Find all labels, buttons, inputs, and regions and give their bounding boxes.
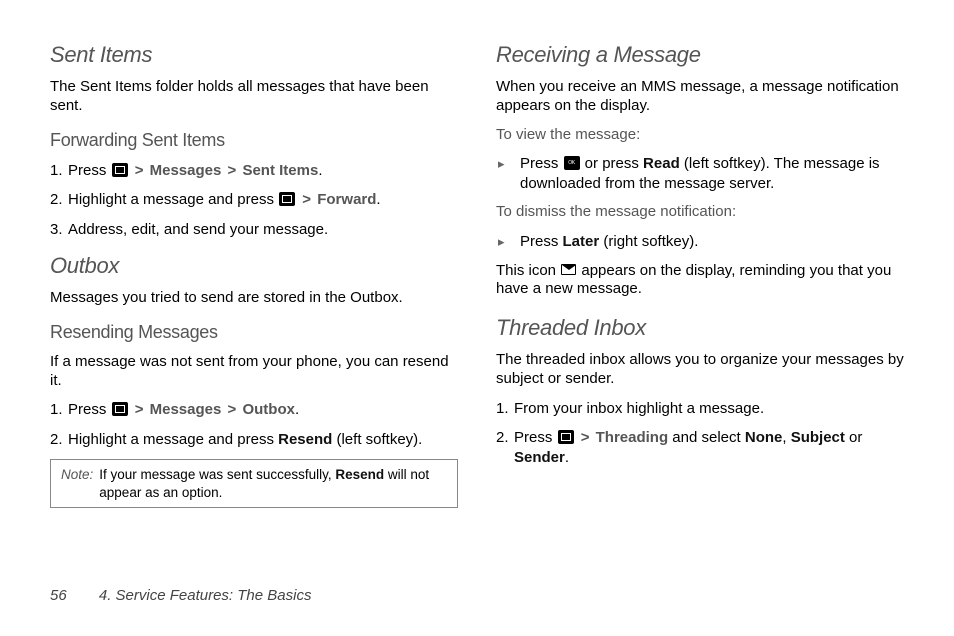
resending-steps: 1. Press > Messages > Outbox. 2. Highlig… xyxy=(50,400,458,449)
note-label: Note: xyxy=(61,466,93,501)
threaded-intro: The threaded inbox allows you to organiz… xyxy=(496,351,904,389)
note-box: Note: If your message was sent successfu… xyxy=(50,459,458,508)
view-list: Press or press Read (left softkey). The … xyxy=(496,154,904,193)
envelope-icon xyxy=(561,264,576,275)
threaded-step-2: 2. Press > Threading and select None, Su… xyxy=(514,428,904,467)
resending-intro: If a message was not sent from your phon… xyxy=(50,353,458,391)
menu-key-icon xyxy=(112,402,128,416)
dismiss-list: Press Later (right softkey). xyxy=(496,232,904,252)
icon-note: This icon appears on the display, remind… xyxy=(496,262,904,300)
left-column: Sent Items The Sent Items folder holds a… xyxy=(50,42,458,508)
page-columns: Sent Items The Sent Items folder holds a… xyxy=(50,42,904,508)
ok-key-icon xyxy=(564,156,580,170)
forwarding-step-2: 2. Highlight a message and press > Forwa… xyxy=(68,190,458,210)
page-number: 56 xyxy=(50,587,67,604)
sent-items-intro: The Sent Items folder holds all messages… xyxy=(50,78,458,116)
resending-step-1: 1. Press > Messages > Outbox. xyxy=(68,400,458,420)
heading-outbox: Outbox xyxy=(50,253,458,279)
heading-threaded: Threaded Inbox xyxy=(496,315,904,341)
forwarding-steps: 1. Press > Messages > Sent Items. 2. Hig… xyxy=(50,161,458,240)
threaded-steps: 1. From your inbox highlight a message. … xyxy=(496,399,904,468)
heading-resending: Resending Messages xyxy=(50,322,458,343)
receiving-intro: When you receive an MMS message, a messa… xyxy=(496,78,904,116)
forwarding-step-3: 3. Address, edit, and send your message. xyxy=(68,220,458,240)
heading-receiving: Receiving a Message xyxy=(496,42,904,68)
view-item: Press or press Read (left softkey). The … xyxy=(520,154,904,193)
note-text: If your message was sent successfully, R… xyxy=(99,466,447,501)
heading-sent-items: Sent Items xyxy=(50,42,458,68)
page-footer: 56 4. Service Features: The Basics xyxy=(50,587,311,604)
menu-key-icon xyxy=(112,163,128,177)
chapter-title: 4. Service Features: The Basics xyxy=(99,587,312,604)
dismiss-item: Press Later (right softkey). xyxy=(520,232,904,252)
outbox-intro: Messages you tried to send are stored in… xyxy=(50,289,458,308)
menu-key-icon xyxy=(558,430,574,444)
right-column: Receiving a Message When you receive an … xyxy=(496,42,904,508)
view-lead: To view the message: xyxy=(496,126,904,145)
threaded-step-1: 1. From your inbox highlight a message. xyxy=(514,399,904,419)
menu-key-icon xyxy=(279,192,295,206)
resending-step-2: 2. Highlight a message and press Resend … xyxy=(68,430,458,450)
dismiss-lead: To dismiss the message notification: xyxy=(496,203,904,222)
forwarding-step-1: 1. Press > Messages > Sent Items. xyxy=(68,161,458,181)
heading-forwarding: Forwarding Sent Items xyxy=(50,130,458,151)
